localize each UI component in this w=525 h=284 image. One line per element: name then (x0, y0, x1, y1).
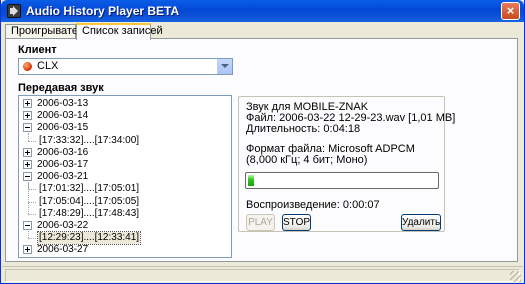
status-bar (2, 266, 523, 283)
expand-icon[interactable] (23, 111, 32, 121)
expand-icon[interactable] (23, 160, 32, 169)
playback-progress[interactable] (245, 172, 439, 189)
expand-icon[interactable] (23, 147, 32, 157)
duration-text: Длительность: 0:04:18 (246, 123, 361, 135)
expand-icon[interactable] (23, 99, 32, 108)
tree-connector (28, 213, 36, 215)
tab-recordings[interactable]: Список записей (76, 23, 163, 40)
title-bar[interactable]: Audio History Player BETA × (1, 0, 524, 22)
delete-button[interactable]: Удалить (401, 214, 441, 231)
tree-node-label: [12:29:23]....[12:33:41] (36, 231, 142, 246)
tab-player[interactable]: Проигрыватель (5, 24, 90, 39)
collapse-icon[interactable] (23, 123, 32, 133)
tree-node-label: 2006-03-17 (37, 159, 89, 170)
app-window: Audio History Player BETA × Проигрывател… (0, 0, 525, 284)
playback-text: Воспроизведение: 0:00:07 (246, 199, 380, 211)
tree-node-label: 2006-03-27 (37, 244, 89, 256)
resize-grip[interactable] (510, 271, 521, 282)
play-button[interactable]: PLAY (246, 214, 275, 231)
tree-connector (28, 201, 36, 203)
client-select[interactable]: CLX (18, 58, 233, 75)
collapse-icon[interactable] (23, 172, 32, 182)
tree-connector (28, 133, 29, 141)
tree-connector (28, 140, 36, 142)
collapse-icon[interactable] (23, 221, 32, 230)
tree-node-label: 2006-03-22 (37, 220, 89, 231)
recordings-tree[interactable]: 2006-03-13 2006-03-14 2006-03-15 [17:33:32]… (18, 95, 232, 258)
red-ball-icon (23, 62, 32, 71)
stop-button[interactable]: STOP (282, 214, 311, 231)
tree-connector (28, 231, 29, 239)
tree-node-label: 2006-03-16 (37, 146, 89, 158)
tree-label: Передавая звук (18, 82, 104, 94)
tree-node-label: 2006-03-14 (37, 110, 89, 122)
status-panel (5, 269, 520, 282)
details-panel: Звук для MOBILE-ZNAK Файл: 2006-03-22 12… (238, 96, 455, 232)
tree-node-label: 2006-03-21 (37, 171, 89, 183)
progress-fill (248, 175, 254, 186)
client-select-value: CLX (37, 60, 59, 72)
tree-node-label: 2006-03-15 (37, 122, 89, 134)
close-icon: × (506, 3, 515, 18)
tree-node-label: [17:05:04]....[17:05:05] (39, 195, 140, 207)
chevron-down-icon[interactable] (217, 59, 232, 74)
tree-connector (28, 238, 36, 240)
window-title: Audio History Player BETA (26, 4, 180, 18)
tree-node-label: [17:01:32]....[17:05:01] (39, 183, 140, 195)
tree-connector (28, 189, 36, 191)
client-label: Клиент (18, 44, 57, 56)
app-icon (7, 4, 21, 18)
tab-panel: Клиент CLX Передавая звук 2006-03-13 2006… (5, 38, 518, 262)
format-params-text: (8,000 кГц; 4 бит; Моно) (246, 154, 368, 166)
tree-node-label: [17:33:32]....[17:34:00] (39, 134, 140, 146)
expand-icon[interactable] (23, 245, 32, 255)
tree-connector (28, 182, 29, 214)
tree-node-label: 2006-03-13 (37, 98, 89, 109)
close-button[interactable]: × (501, 2, 520, 20)
tree-node-label: [17:48:29]....[17:48:43] (39, 207, 140, 219)
